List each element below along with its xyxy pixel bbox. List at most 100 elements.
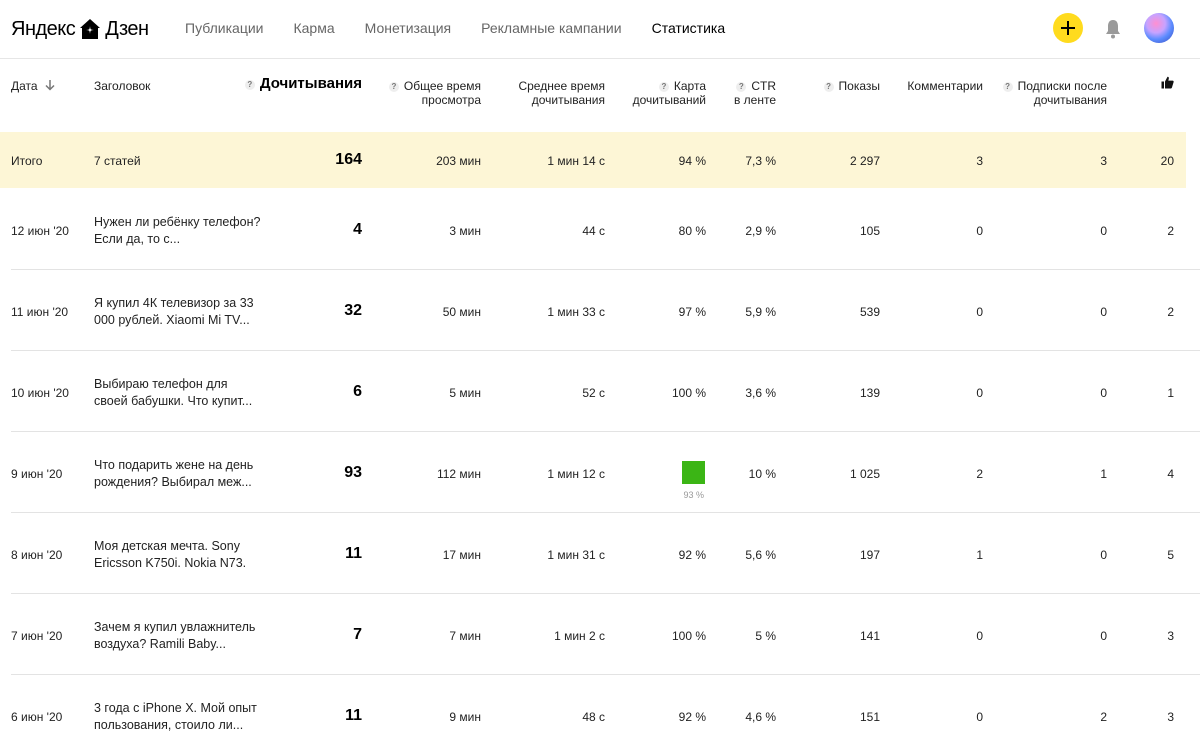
row-total-time: 112 мин: [436, 467, 481, 481]
row-title-link[interactable]: Зачем я купил увлажнитель воздуха? Ramil…: [94, 619, 264, 653]
row-avg-time: 44 с: [582, 224, 605, 238]
sort-arrow-down-icon: [45, 80, 55, 91]
read-map-bar[interactable]: [682, 461, 705, 484]
row-date: 11 июн '20: [11, 305, 69, 319]
row-title-link[interactable]: Я купил 4К телевизор за 33 000 рублей. X…: [94, 295, 264, 329]
total-avg-time: 1 мин 14 с: [547, 154, 605, 168]
row-shows: 141: [859, 629, 880, 643]
like-icon: [1161, 76, 1174, 89]
row-avg-time: 1 мин 31 с: [547, 548, 605, 562]
help-icon[interactable]: ?: [388, 82, 399, 92]
total-shows: 2 297: [849, 154, 880, 168]
row-shows: 139: [859, 386, 880, 400]
bell-icon[interactable]: [1104, 19, 1122, 39]
row-ctr: 2,9 %: [745, 224, 776, 238]
table-row[interactable]: 6 июн '20 3 года с iPhone X. Мой опыт по…: [0, 676, 1200, 756]
row-divider: [11, 269, 1200, 270]
nav-publications[interactable]: Публикации: [185, 20, 263, 36]
row-divider: [11, 593, 1200, 594]
row-reads: 11: [345, 707, 362, 724]
help-icon[interactable]: ?: [823, 82, 834, 92]
row-reads: 6: [353, 383, 362, 400]
total-comments: 3: [976, 154, 983, 168]
table-row[interactable]: 8 июн '20 Моя детская мечта. Sony Ericss…: [0, 514, 1200, 594]
column-shows-label: Показы: [838, 79, 880, 93]
row-divider: [11, 674, 1200, 675]
row-ctr: 3,6 %: [745, 386, 776, 400]
table-row[interactable]: 12 июн '20 Нужен ли ребёнку телефон? Есл…: [0, 190, 1200, 270]
table-row[interactable]: 7 июн '20 Зачем я купил увлажнитель возд…: [0, 595, 1200, 675]
row-likes: 2: [1167, 224, 1174, 238]
main-nav: Публикации Карма Монетизация Рекламные к…: [185, 20, 755, 36]
total-map: 94 %: [678, 154, 706, 168]
nav-karma[interactable]: Карма: [293, 20, 334, 36]
table-header: Дата Заголовок ? Дочитывания ? Общее время…: [0, 59, 1200, 131]
total-reads: 164: [335, 151, 362, 168]
avatar[interactable]: [1144, 13, 1174, 43]
row-subs: 1: [1100, 467, 1107, 481]
total-likes: 20: [1160, 154, 1174, 168]
row-likes: 3: [1167, 629, 1174, 643]
nav-ad-campaigns[interactable]: Рекламные кампании: [481, 20, 621, 36]
row-divider: [11, 350, 1200, 351]
row-date: 8 июн '20: [11, 548, 63, 562]
row-map: 100 %: [671, 386, 706, 400]
row-likes: 2: [1167, 305, 1174, 319]
help-icon[interactable]: ?: [658, 82, 669, 92]
help-icon[interactable]: ?: [244, 80, 255, 90]
plus-icon[interactable]: [1053, 13, 1083, 43]
column-ctr-line1: CTR: [751, 79, 776, 93]
row-subs: 2: [1100, 710, 1107, 724]
column-read-map-line2: дочитываний: [632, 93, 706, 107]
row-title-link[interactable]: Выбираю телефон для своей бабушки. Что к…: [94, 376, 264, 410]
row-map: 92 %: [678, 548, 706, 562]
column-read-map-line1: Карта: [673, 79, 706, 93]
logo[interactable]: Яндекс Дзен: [11, 16, 149, 42]
row-date: 10 июн '20: [11, 386, 69, 400]
table-row[interactable]: 11 июн '20 Я купил 4К телевизор за 33 00…: [0, 271, 1200, 351]
row-shows: 105: [859, 224, 880, 238]
row-date: 7 июн '20: [11, 629, 63, 643]
help-icon[interactable]: ?: [736, 82, 747, 92]
column-subscriptions: ? Подписки после дочитывания: [995, 79, 1107, 107]
row-subs: 0: [1100, 386, 1107, 400]
row-subs: 0: [1100, 548, 1107, 562]
row-title-link[interactable]: Моя детская мечта. Sony Ericsson K750i. …: [94, 538, 264, 572]
row-title-link[interactable]: Нужен ли ребёнку телефон? Если да, то с.…: [94, 214, 264, 248]
column-date-label: Дата: [11, 79, 38, 93]
row-avg-time: 1 мин 12 с: [547, 467, 605, 481]
total-subs: 3: [1100, 154, 1107, 168]
row-reads: 32: [344, 302, 362, 319]
column-avg-time: Среднее время дочитывания: [500, 79, 605, 107]
row-subs: 0: [1100, 629, 1107, 643]
column-date[interactable]: Дата: [11, 79, 55, 93]
row-comments: 0: [976, 305, 983, 319]
nav-monetization[interactable]: Монетизация: [365, 20, 452, 36]
column-reads[interactable]: ? Дочитывания: [240, 76, 362, 91]
help-icon[interactable]: ?: [1002, 82, 1013, 92]
row-avg-time: 52 с: [582, 386, 605, 400]
total-label: Итого: [11, 154, 43, 168]
column-title: Заголовок: [94, 79, 151, 93]
row-map: 80 %: [678, 224, 706, 238]
row-shows: 151: [859, 710, 880, 724]
row-comments: 2: [976, 467, 983, 481]
row-title-link[interactable]: Что подарить жене на день рождения? Выби…: [94, 457, 264, 491]
row-total-time: 3 мин: [449, 224, 481, 238]
row-ctr: 5 %: [755, 629, 776, 643]
table-row[interactable]: 10 июн '20 Выбираю телефон для своей баб…: [0, 352, 1200, 432]
total-title: 7 статей: [94, 154, 141, 168]
table-row[interactable]: 9 июн '20 Что подарить жене на день рожд…: [0, 433, 1200, 513]
column-read-map: ? Карта дочитываний: [620, 79, 706, 107]
row-total-time: 5 мин: [449, 386, 481, 400]
row-ctr: 5,6 %: [745, 548, 776, 562]
row-title-link[interactable]: 3 года с iPhone X. Мой опыт пользования,…: [94, 700, 264, 734]
row-total-time: 7 мин: [449, 629, 481, 643]
nav-statistics[interactable]: Статистика: [652, 20, 726, 36]
top-bar: Яндекс Дзен Публикации Карма Монетизация…: [0, 0, 1200, 59]
logo-yandex: Яндекс: [11, 17, 76, 40]
total-row: Итого 7 статей 164 203 мин 1 мин 14 с 94…: [0, 132, 1186, 188]
column-total-time-line1: Общее время: [403, 79, 481, 93]
row-likes: 1: [1167, 386, 1174, 400]
row-total-time: 17 мин: [442, 548, 481, 562]
